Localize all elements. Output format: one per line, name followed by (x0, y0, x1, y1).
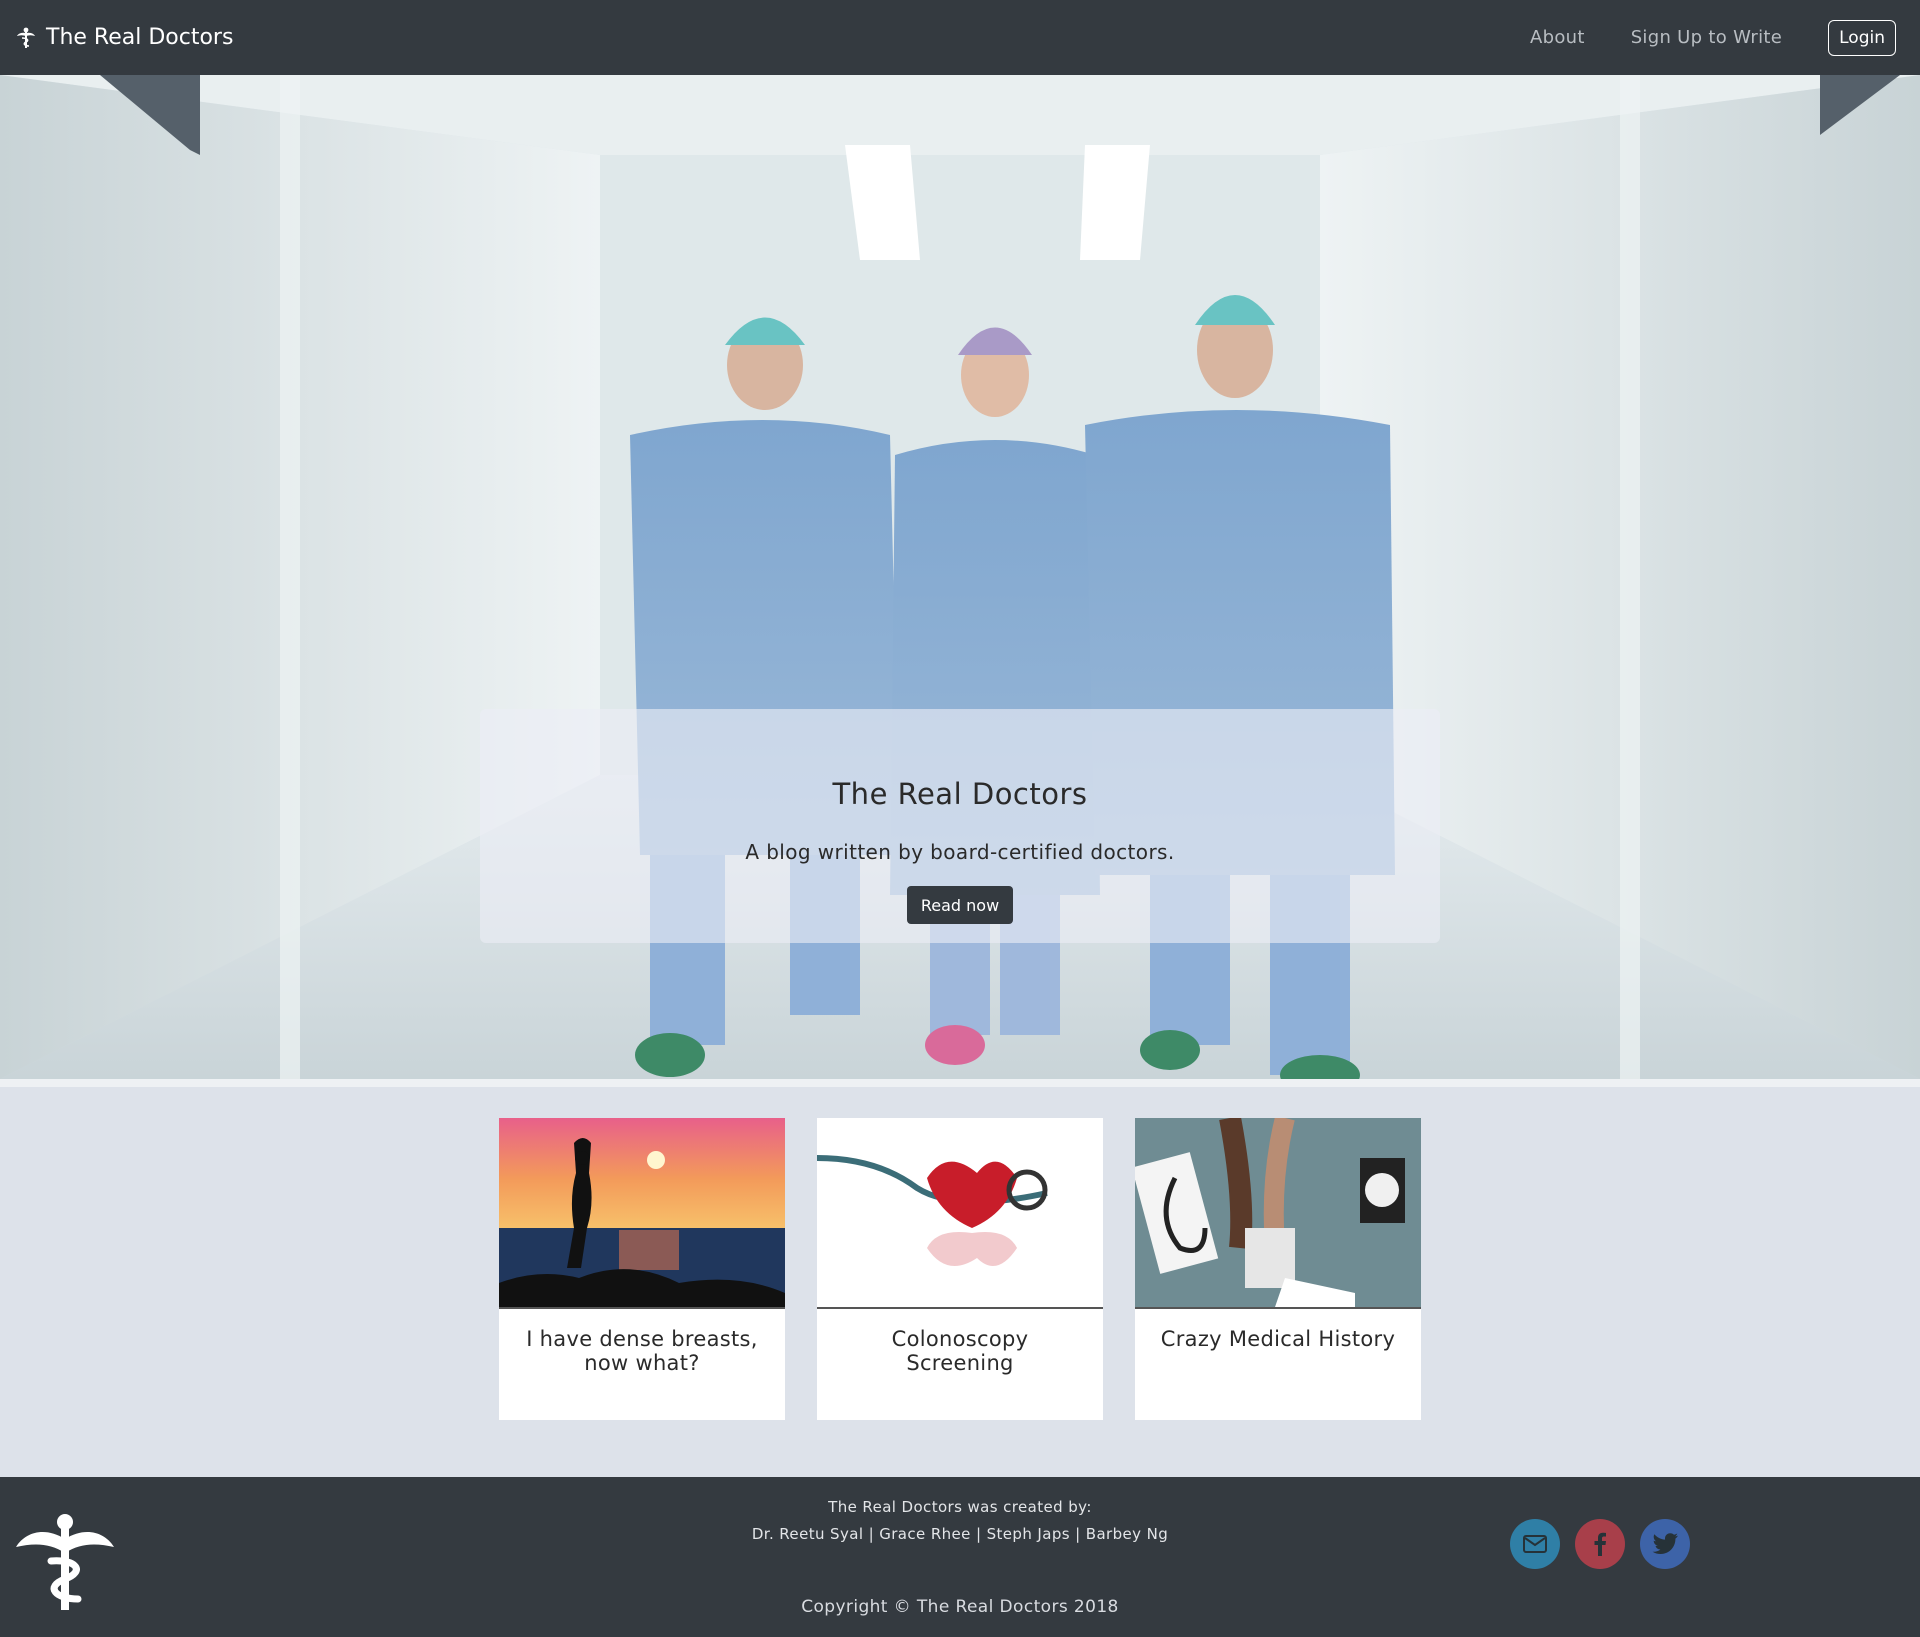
hero-caption-box: The Real Doctors A blog written by board… (480, 709, 1440, 943)
footer: The Real Doctors was created by: Dr. Ree… (0, 1477, 1920, 1637)
card-colonoscopy[interactable]: Colonoscopy Screening (817, 1118, 1103, 1420)
card-title: Colonoscopy Screening (891, 1327, 1029, 1375)
card-title: Crazy Medical History (1160, 1327, 1396, 1351)
card-divider (1135, 1307, 1421, 1309)
email-button[interactable] (1510, 1519, 1560, 1569)
caduceus-icon (17, 27, 35, 48)
nav-links: About Sign Up to Write Login (1530, 0, 1896, 75)
brand-link[interactable]: The Real Doctors (16, 0, 233, 75)
hero-title: The Real Doctors (832, 777, 1088, 811)
nav-sign-up[interactable]: Sign Up to Write (1631, 27, 1782, 48)
footer-created-by: The Real Doctors was created by: (828, 1498, 1092, 1516)
email-icon (1523, 1535, 1547, 1553)
facebook-icon (1594, 1532, 1606, 1556)
twitter-button[interactable] (1640, 1519, 1690, 1569)
card-dense-breasts[interactable]: I have dense breasts, now what? (499, 1118, 785, 1420)
facebook-button[interactable] (1575, 1519, 1625, 1569)
card-medical-history[interactable]: Crazy Medical History (1135, 1118, 1421, 1420)
cards-section: I have dense breasts, now what? Colonosc… (0, 1087, 1920, 1477)
login-button[interactable]: Login (1828, 19, 1896, 56)
stethoscope-heart-image (817, 1118, 1103, 1307)
navbar: The Real Doctors About Sign Up to Write … (0, 0, 1920, 75)
blood-pressure-image (1135, 1118, 1421, 1307)
footer-copyright: Copyright © The Real Doctors 2018 (801, 1597, 1119, 1617)
footer-author-names: Dr. Reetu Syal | Grace Rhee | Steph Japs… (751, 1525, 1169, 1543)
card-divider (499, 1307, 785, 1309)
yoga-sunset-image (499, 1118, 785, 1307)
nav-about[interactable]: About (1530, 27, 1585, 48)
card-title: I have dense breasts, now what? (526, 1327, 758, 1375)
hero-section: The Real Doctors A blog written by board… (0, 75, 1920, 1079)
hero-subtitle: A blog written by board-certified doctor… (745, 840, 1175, 864)
hero-divider (0, 1079, 1920, 1087)
twitter-icon (1652, 1533, 1678, 1554)
read-now-button[interactable]: Read now (907, 886, 1013, 924)
card-divider (817, 1307, 1103, 1309)
brand-name: The Real Doctors (46, 25, 234, 50)
